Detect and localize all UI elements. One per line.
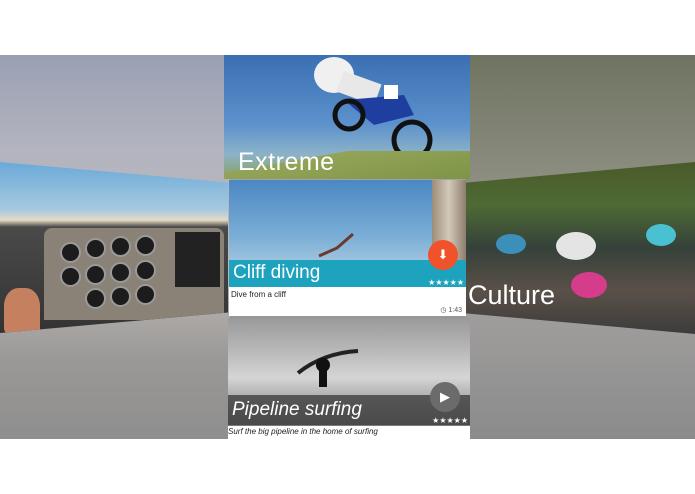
diver-figure [318, 232, 354, 258]
gauge [60, 266, 81, 287]
clock-icon: ◷ [440, 307, 447, 314]
play-button[interactable]: ▶ [430, 382, 460, 412]
category-card-aviation[interactable] [0, 162, 228, 333]
market-item [496, 234, 526, 254]
gauge [110, 262, 131, 283]
category-card-extreme[interactable]: Extreme [224, 55, 470, 179]
gauge [110, 236, 131, 257]
download-icon: ⬇ [437, 247, 449, 262]
gauge [135, 235, 156, 256]
category-title: Culture [468, 280, 556, 310]
gauge [85, 264, 106, 285]
gauge [135, 284, 156, 305]
video-duration: ◷ 1:43 [440, 306, 462, 314]
video-subtitle: Dive from a cliff [231, 290, 286, 299]
gauge [135, 260, 156, 281]
gauge [110, 286, 131, 307]
market-item [646, 224, 676, 246]
download-button[interactable]: ⬇ [428, 240, 458, 270]
video-title: Pipeline surfing [232, 399, 362, 420]
video-carousel: Extreme Culture Cliff diving ★★★★★ ⬇ Div… [0, 55, 695, 439]
category-title: Extreme [238, 148, 335, 176]
radio-stack [175, 232, 220, 287]
surfer-figure [296, 349, 359, 387]
gauge [60, 242, 81, 263]
pilot-hand [4, 288, 40, 333]
video-card-cliff-diving[interactable]: Cliff diving ★★★★★ ⬇ Dive from a cliff ◷… [229, 180, 466, 316]
video-subtitle: Surf the big pipeline in the home of sur… [228, 427, 378, 436]
duration-label: 1:43 [448, 307, 462, 314]
play-icon: ▶ [440, 389, 450, 404]
gauge [85, 238, 106, 259]
category-card-culture[interactable]: Culture [466, 162, 695, 334]
video-title: Cliff diving [233, 262, 321, 283]
rating-stars: ★★★★★ [428, 278, 464, 287]
gauge [85, 288, 106, 309]
market-item [556, 232, 596, 260]
video-card-pipeline-surfing[interactable]: Pipeline surfing ★★★★★ ▶ Surf the big pi… [228, 318, 470, 439]
rating-stars: ★★★★★ [432, 416, 468, 425]
market-item [571, 272, 607, 298]
